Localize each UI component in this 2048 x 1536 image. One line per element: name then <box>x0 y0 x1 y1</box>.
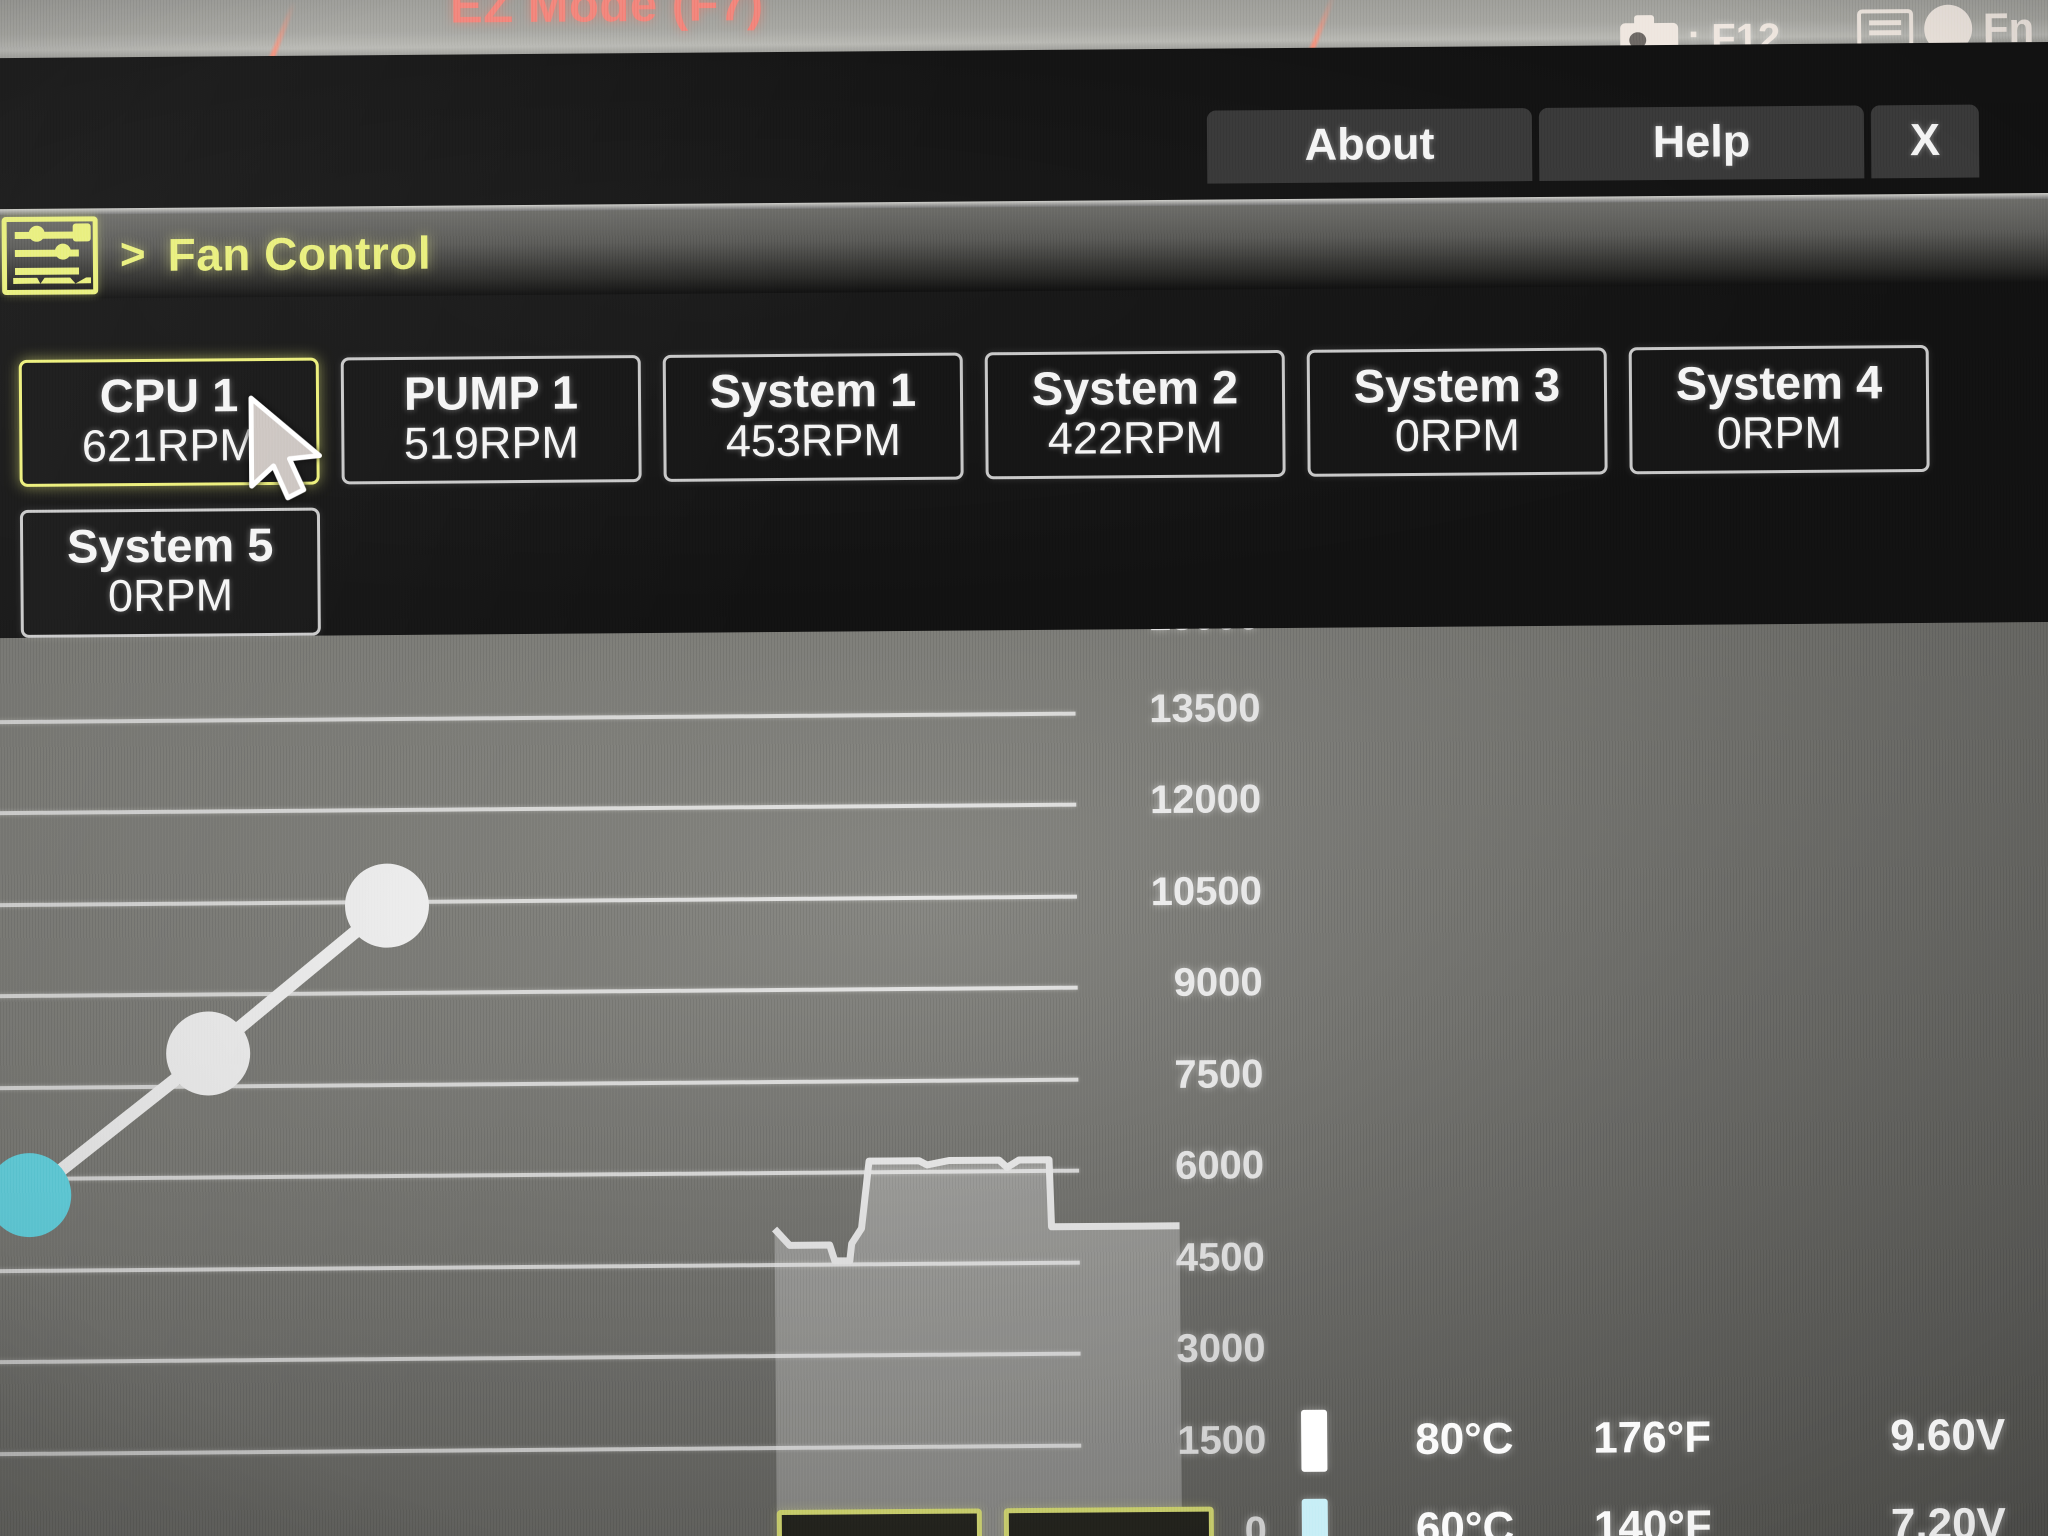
fan-tab-name: System 5 <box>66 518 274 573</box>
photographed-screen: EZ Mode (F7) : F12 Fn About Help X > Fan… <box>0 0 2048 1536</box>
bios-screen: EZ Mode (F7) : F12 Fn About Help X > Fan… <box>0 0 2048 1536</box>
decor-slash-left <box>268 1 297 61</box>
close-button[interactable]: X <box>1870 104 1980 179</box>
legend-row: 80°C 176°F 9.60V <box>1300 1404 2006 1472</box>
fan-tab-name: System 2 <box>1031 360 1239 415</box>
fan-tab-system-5[interactable]: System 5 0RPM <box>19 507 321 638</box>
breadcrumb-separator: > <box>119 229 146 280</box>
y-axis-tick-label: 13500 <box>1149 685 1261 731</box>
fan-tab-rpm: 0RPM <box>107 569 234 622</box>
fan-tab-rpm: 422RPM <box>1047 411 1224 464</box>
page-title: Fan Control <box>167 226 432 281</box>
fan-tab-system-4[interactable]: System 4 0RPM <box>1628 344 1930 475</box>
legend-volts: 7.20V <box>1890 1499 2007 1536</box>
fan-tab-list: CPU 1 621RPM PUMP 1 519RPM System 1 453RPM Sys… <box>18 344 2021 638</box>
legend-celsius: 60°C <box>1415 1503 1515 1536</box>
fan-tab-name: System 3 <box>1353 357 1561 413</box>
fan-curve-icon <box>1 216 99 296</box>
curve-control-point-2[interactable] <box>166 1011 251 1096</box>
help-button[interactable]: Help <box>1538 105 1865 181</box>
decor-slash-right <box>1308 0 1337 53</box>
fan-tab-rpm: 0RPM <box>1716 406 1843 459</box>
selector-right[interactable] <box>1003 1506 1215 1536</box>
legend-volts: 9.60V <box>1890 1410 2006 1461</box>
y-axis-tick-label: 10500 <box>1150 868 1263 914</box>
legend-row: 60°C 140°F 7.20V <box>1301 1493 2007 1536</box>
fan-tab-name: PUMP 1 <box>403 365 579 420</box>
fan-tab-cpu-1[interactable]: CPU 1 621RPM <box>18 357 320 488</box>
fan-tab-name: System 4 <box>1675 355 1883 410</box>
curve-overlay <box>0 863 1183 1536</box>
fan-tab-system-1[interactable]: System 1 453RPM <box>662 352 964 483</box>
selector-left[interactable] <box>776 1508 983 1536</box>
breadcrumb: > Fan Control <box>0 205 432 305</box>
curve-control-point-3[interactable] <box>345 863 430 948</box>
y-axis-tick-label: 9000 <box>1173 960 1263 1005</box>
y-axis-tick-label: 4500 <box>1175 1234 1265 1280</box>
about-button[interactable]: About <box>1206 108 1533 184</box>
fan-tab-name: CPU 1 <box>99 368 239 423</box>
fan-tab-system-2[interactable]: System 2 422RPM <box>984 349 1286 480</box>
y-axis-tick-label: 3000 <box>1176 1326 1266 1371</box>
fan-tab-rpm: 0RPM <box>1394 408 1521 461</box>
fan-tab-name: System 1 <box>709 362 917 418</box>
ez-mode-label[interactable]: EZ Mode (F7) <box>450 0 764 35</box>
fan-tab-rpm: 453RPM <box>725 413 902 467</box>
plot-area[interactable] <box>0 621 1183 1536</box>
temperature-voltage-legend: 80°C176°F9.60V60°C140°F7.20V40°C104°F4.8… <box>1300 1404 2008 1536</box>
fan-curve-graph[interactable]: 1500013500120001050090007500600045003000… <box>0 621 2048 1536</box>
fan-tab-pump-1[interactable]: PUMP 1 519RPM <box>340 355 642 485</box>
legend-color-swatch <box>1301 1498 1329 1536</box>
window-buttons: About Help X <box>1206 104 1980 184</box>
fan-tab-rpm: 621RPM <box>81 418 258 472</box>
legend-fahrenheit: 140°F <box>1593 1501 1713 1536</box>
legend-color-swatch <box>1300 1409 1328 1472</box>
fan-tab-system-3[interactable]: System 3 0RPM <box>1306 347 1608 478</box>
y-axis-tick-label: 12000 <box>1149 777 1262 823</box>
legend-fahrenheit: 176°F <box>1593 1412 1712 1463</box>
legend-celsius: 80°C <box>1415 1414 1514 1465</box>
y-axis-tick-label: 7500 <box>1174 1051 1264 1097</box>
y-axis-tick-label: 1500 <box>1177 1417 1267 1463</box>
y-axis-tick-label: 6000 <box>1174 1143 1265 1188</box>
fan-tab-rpm: 519RPM <box>403 416 580 469</box>
